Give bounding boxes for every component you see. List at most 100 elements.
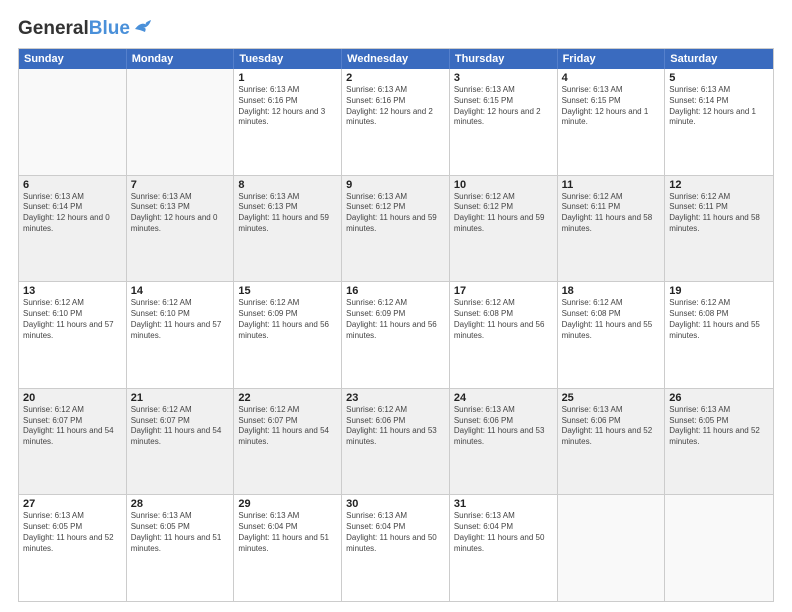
day-number: 31 <box>454 498 553 510</box>
day-cell-10: 10Sunrise: 6:12 AMSunset: 6:12 PMDayligh… <box>450 176 558 282</box>
cell-info: Sunrise: 6:13 AMSunset: 6:06 PMDaylight:… <box>454 405 553 448</box>
day-number: 6 <box>23 179 122 191</box>
cell-info: Sunrise: 6:13 AMSunset: 6:15 PMDaylight:… <box>562 85 661 128</box>
cell-info: Sunrise: 6:12 AMSunset: 6:09 PMDaylight:… <box>346 298 445 341</box>
day-number: 10 <box>454 179 553 191</box>
cell-info: Sunrise: 6:12 AMSunset: 6:09 PMDaylight:… <box>238 298 337 341</box>
header-day-saturday: Saturday <box>665 49 773 69</box>
day-number: 3 <box>454 72 553 84</box>
day-cell-26: 26Sunrise: 6:13 AMSunset: 6:05 PMDayligh… <box>665 389 773 495</box>
cell-info: Sunrise: 6:13 AMSunset: 6:04 PMDaylight:… <box>238 511 337 554</box>
day-cell-23: 23Sunrise: 6:12 AMSunset: 6:06 PMDayligh… <box>342 389 450 495</box>
day-number: 8 <box>238 179 337 191</box>
header-day-friday: Friday <box>558 49 666 69</box>
day-number: 18 <box>562 285 661 297</box>
day-cell-8: 8Sunrise: 6:13 AMSunset: 6:13 PMDaylight… <box>234 176 342 282</box>
day-cell-2: 2Sunrise: 6:13 AMSunset: 6:16 PMDaylight… <box>342 69 450 175</box>
cell-info: Sunrise: 6:13 AMSunset: 6:15 PMDaylight:… <box>454 85 553 128</box>
day-cell-4: 4Sunrise: 6:13 AMSunset: 6:15 PMDaylight… <box>558 69 666 175</box>
day-number: 28 <box>131 498 230 510</box>
empty-cell <box>665 495 773 601</box>
day-cell-29: 29Sunrise: 6:13 AMSunset: 6:04 PMDayligh… <box>234 495 342 601</box>
day-cell-9: 9Sunrise: 6:13 AMSunset: 6:12 PMDaylight… <box>342 176 450 282</box>
cell-info: Sunrise: 6:12 AMSunset: 6:07 PMDaylight:… <box>238 405 337 448</box>
cell-info: Sunrise: 6:13 AMSunset: 6:14 PMDaylight:… <box>23 192 122 235</box>
day-number: 30 <box>346 498 445 510</box>
cell-info: Sunrise: 6:12 AMSunset: 6:10 PMDaylight:… <box>131 298 230 341</box>
day-cell-13: 13Sunrise: 6:12 AMSunset: 6:10 PMDayligh… <box>19 282 127 388</box>
day-number: 20 <box>23 392 122 404</box>
day-number: 15 <box>238 285 337 297</box>
header-day-monday: Monday <box>127 49 235 69</box>
day-number: 5 <box>669 72 769 84</box>
day-cell-18: 18Sunrise: 6:12 AMSunset: 6:08 PMDayligh… <box>558 282 666 388</box>
header: GeneralBlue <box>18 18 774 40</box>
calendar-row-1: 6Sunrise: 6:13 AMSunset: 6:14 PMDaylight… <box>19 175 773 282</box>
cell-info: Sunrise: 6:13 AMSunset: 6:13 PMDaylight:… <box>238 192 337 235</box>
day-number: 7 <box>131 179 230 191</box>
day-number: 22 <box>238 392 337 404</box>
day-cell-14: 14Sunrise: 6:12 AMSunset: 6:10 PMDayligh… <box>127 282 235 388</box>
calendar: SundayMondayTuesdayWednesdayThursdayFrid… <box>18 48 774 602</box>
day-cell-20: 20Sunrise: 6:12 AMSunset: 6:07 PMDayligh… <box>19 389 127 495</box>
day-cell-27: 27Sunrise: 6:13 AMSunset: 6:05 PMDayligh… <box>19 495 127 601</box>
day-cell-30: 30Sunrise: 6:13 AMSunset: 6:04 PMDayligh… <box>342 495 450 601</box>
cell-info: Sunrise: 6:13 AMSunset: 6:05 PMDaylight:… <box>131 511 230 554</box>
cell-info: Sunrise: 6:12 AMSunset: 6:12 PMDaylight:… <box>454 192 553 235</box>
cell-info: Sunrise: 6:12 AMSunset: 6:10 PMDaylight:… <box>23 298 122 341</box>
day-cell-24: 24Sunrise: 6:13 AMSunset: 6:06 PMDayligh… <box>450 389 558 495</box>
day-cell-28: 28Sunrise: 6:13 AMSunset: 6:05 PMDayligh… <box>127 495 235 601</box>
day-number: 24 <box>454 392 553 404</box>
cell-info: Sunrise: 6:13 AMSunset: 6:06 PMDaylight:… <box>562 405 661 448</box>
cell-info: Sunrise: 6:12 AMSunset: 6:08 PMDaylight:… <box>454 298 553 341</box>
cell-info: Sunrise: 6:12 AMSunset: 6:11 PMDaylight:… <box>669 192 769 235</box>
day-number: 16 <box>346 285 445 297</box>
day-number: 21 <box>131 392 230 404</box>
calendar-row-3: 20 Sunrise: 6:12 AMSunset: 6:07 PMDayligh… <box>19 388 773 495</box>
day-number: 4 <box>562 72 661 84</box>
day-number: 12 <box>669 179 769 191</box>
cell-info: Sunrise: 6:13 AMSunset: 6:14 PMDaylight:… <box>669 85 769 128</box>
day-number: 27 <box>23 498 122 510</box>
empty-cell <box>127 69 235 175</box>
day-number: 14 <box>131 285 230 297</box>
cell-info: Sunrise: 6:13 AMSunset: 6:05 PMDaylight:… <box>23 511 122 554</box>
empty-cell <box>19 69 127 175</box>
cell-info: Sunrise: 6:13 AMSunset: 6:04 PMDaylight:… <box>346 511 445 554</box>
day-cell-19: 19Sunrise: 6:12 AMSunset: 6:08 PMDayligh… <box>665 282 773 388</box>
day-number: 17 <box>454 285 553 297</box>
day-cell-3: 3Sunrise: 6:13 AMSunset: 6:15 PMDaylight… <box>450 69 558 175</box>
cell-info: Sunrise: 6:13 AMSunset: 6:04 PMDaylight:… <box>454 511 553 554</box>
day-cell-15: 15Sunrise: 6:12 AMSunset: 6:09 PMDayligh… <box>234 282 342 388</box>
day-cell-25: 25Sunrise: 6:13 AMSunset: 6:06 PMDayligh… <box>558 389 666 495</box>
cell-info: Sunrise: 6:13 AMSunset: 6:13 PMDaylight:… <box>131 192 230 235</box>
empty-cell <box>558 495 666 601</box>
header-day-sunday: Sunday <box>19 49 127 69</box>
cell-info: Sunrise: 6:13 AMSunset: 6:16 PMDaylight:… <box>346 85 445 128</box>
cell-info: Sunrise: 6:13 AMSunset: 6:16 PMDaylight:… <box>238 85 337 128</box>
day-cell-21: 21Sunrise: 6:12 AMSunset: 6:07 PMDayligh… <box>127 389 235 495</box>
logo: GeneralBlue <box>18 18 155 40</box>
day-cell-7: 7Sunrise: 6:13 AMSunset: 6:13 PMDaylight… <box>127 176 235 282</box>
header-day-tuesday: Tuesday <box>234 49 342 69</box>
cell-info: Sunrise: 6:12 AMSunset: 6:08 PMDaylight:… <box>669 298 769 341</box>
day-cell-11: 11Sunrise: 6:12 AMSunset: 6:11 PMDayligh… <box>558 176 666 282</box>
day-number: 9 <box>346 179 445 191</box>
day-number: 11 <box>562 179 661 191</box>
calendar-row-4: 27Sunrise: 6:13 AMSunset: 6:05 PMDayligh… <box>19 494 773 601</box>
calendar-row-0: 1Sunrise: 6:13 AMSunset: 6:16 PMDaylight… <box>19 69 773 175</box>
day-cell-5: 5Sunrise: 6:13 AMSunset: 6:14 PMDaylight… <box>665 69 773 175</box>
cell-info: Sunrise: 6:12 AMSunset: 6:06 PMDaylight:… <box>346 405 445 448</box>
day-cell-6: 6Sunrise: 6:13 AMSunset: 6:14 PMDaylight… <box>19 176 127 282</box>
day-cell-17: 17Sunrise: 6:12 AMSunset: 6:08 PMDayligh… <box>450 282 558 388</box>
day-number: 19 <box>669 285 769 297</box>
day-number: 13 <box>23 285 122 297</box>
cell-info: Sunrise: 6:12 AMSunset: 6:08 PMDaylight:… <box>562 298 661 341</box>
day-cell-31: 31Sunrise: 6:13 AMSunset: 6:04 PMDayligh… <box>450 495 558 601</box>
cell-info: Sunrise: 6:13 AMSunset: 6:12 PMDaylight:… <box>346 192 445 235</box>
day-number: 26 <box>669 392 769 404</box>
cell-info: Sunrise: 6:12 AMSunset: 6:11 PMDaylight:… <box>562 192 661 235</box>
day-cell-16: 16Sunrise: 6:12 AMSunset: 6:09 PMDayligh… <box>342 282 450 388</box>
calendar-body: 1Sunrise: 6:13 AMSunset: 6:16 PMDaylight… <box>19 69 773 601</box>
logo-text: GeneralBlue <box>18 18 130 40</box>
